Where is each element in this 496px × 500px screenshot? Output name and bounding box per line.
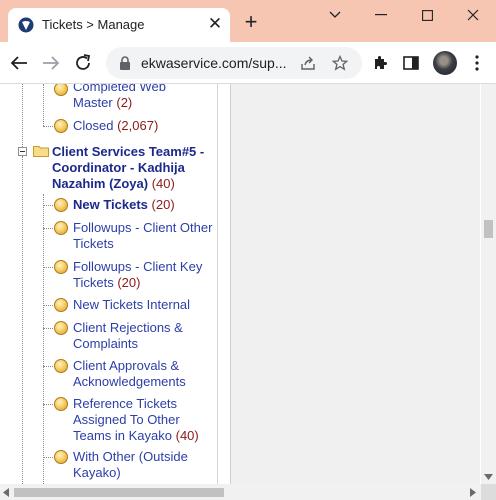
folder-icon	[33, 146, 49, 157]
tree-connector	[43, 366, 53, 367]
lock-icon[interactable]	[117, 55, 133, 71]
tree-item-reference-tickets[interactable]: Reference Tickets Assigned To Other Team…	[73, 396, 199, 444]
tree-item-followups-client-other[interactable]: Followups - Client Other Tickets	[73, 220, 212, 252]
tree-item-label: Nazahim (Zoya)	[52, 176, 149, 191]
tree-connector	[43, 404, 53, 405]
ticket-content-pane[interactable]	[230, 84, 480, 484]
tree-item-team[interactable]: Client Services Team#5 - Coordinator - K…	[52, 144, 204, 192]
scroll-left-arrow-icon[interactable]	[3, 488, 10, 497]
star-icon[interactable]	[330, 53, 350, 73]
tree-item-with-other[interactable]: With Other (Outside Kayako)	[73, 449, 188, 481]
site-favicon-icon	[18, 17, 34, 33]
tree-item-label: Client Services Team#5 -	[52, 144, 205, 159]
tree-item-label: Followups - Client Key	[73, 259, 203, 274]
forward-icon[interactable]	[40, 52, 62, 74]
tree-item-label: Client Approvals &	[73, 358, 180, 373]
ticket-bullet-icon	[54, 84, 68, 96]
scroll-down-arrow-icon[interactable]	[484, 473, 493, 481]
vertical-scrollbar[interactable]	[481, 84, 496, 484]
tree-item-followups-client-key[interactable]: Followups - Client Key Tickets (20)	[73, 259, 202, 291]
horizontal-scrollbar-thumb[interactable]	[14, 488, 224, 497]
browser-toolbar: ekwaservice.com/sup...	[0, 42, 496, 84]
ticket-bullet-icon	[54, 450, 68, 464]
tree-item-label: Tickets	[73, 275, 114, 290]
menu-kebab-icon[interactable]	[466, 52, 488, 74]
scrollbar-corner	[481, 484, 496, 500]
tree-connector	[22, 84, 23, 151]
tree-item-label: New Tickets Internal	[73, 297, 191, 312]
extensions-icon[interactable]	[369, 52, 391, 74]
tree-connector	[43, 328, 53, 329]
ticket-bullet-icon	[54, 260, 68, 274]
tree-item-label: Client Rejections &	[73, 320, 183, 335]
share-icon[interactable]	[298, 53, 318, 73]
tree-item-label: With Other (Outside	[73, 449, 188, 464]
tree-item-new-tickets-internal[interactable]: New Tickets Internal	[73, 297, 190, 313]
tree-item-label: Acknowledgements	[73, 374, 186, 389]
ticket-count: (2,067)	[117, 118, 159, 133]
tree-item-label: Complaints	[73, 336, 139, 351]
tree-connector	[43, 126, 53, 127]
ticket-count: (20)	[151, 197, 175, 212]
tree-connector	[43, 267, 53, 268]
ticket-bullet-icon	[54, 397, 68, 411]
tree-connector	[43, 84, 44, 126]
minimize-icon[interactable]	[358, 0, 404, 30]
tree-item-label: Tickets	[73, 236, 114, 251]
tree-item-label: Assigned To Other	[73, 412, 180, 427]
url-text[interactable]: ekwaservice.com/sup...	[141, 55, 287, 71]
tab-close-icon[interactable]: ✕	[206, 15, 224, 33]
ticket-bullet-icon	[54, 359, 68, 373]
tree-connector	[43, 457, 53, 458]
tree-item-label: Reference Tickets	[73, 396, 178, 411]
scroll-right-arrow-icon[interactable]	[470, 488, 477, 497]
ticket-count: (20)	[117, 275, 141, 290]
ticket-count: (2)	[116, 95, 133, 110]
address-bar[interactable]: ekwaservice.com/sup...	[106, 47, 362, 79]
browser-tab[interactable]: Tickets > Manage ✕	[8, 8, 230, 42]
tree-item-new-tickets[interactable]: New Tickets (20)	[73, 197, 175, 213]
tree-connector	[43, 205, 53, 206]
new-tab-plus-icon[interactable]: +	[240, 11, 262, 34]
tree-item-label: Completed Web	[73, 84, 166, 94]
maximize-icon[interactable]	[404, 0, 450, 30]
title-bar: Tickets > Manage ✕ +	[0, 0, 496, 42]
tab-search-chevron-icon[interactable]	[312, 0, 358, 30]
horizontal-scrollbar[interactable]	[0, 484, 481, 500]
tree-item-label: Teams in Kayako	[73, 428, 172, 443]
tree-item-closed[interactable]: Closed (2,067)	[73, 118, 158, 134]
tree-item-label: Followups - Client Other	[73, 220, 213, 235]
tree-item-label: Closed	[73, 118, 114, 133]
ticket-bullet-icon	[54, 321, 68, 335]
reload-icon[interactable]	[72, 52, 94, 74]
back-icon[interactable]	[8, 52, 30, 74]
tree-item-label: Coordinator - Kadhija	[52, 160, 185, 175]
tree-connector	[43, 194, 44, 484]
tree-connector	[22, 156, 23, 484]
tree-connector	[43, 305, 53, 306]
ticket-bullet-icon	[54, 298, 68, 312]
page-content: Completed Web Master (2) Closed (2,067) …	[0, 84, 496, 484]
vertical-scrollbar-thumb[interactable]	[484, 220, 493, 238]
ticket-count: (40)	[175, 428, 199, 443]
tab-title: Tickets > Manage	[42, 17, 145, 32]
tree-connector	[43, 228, 53, 229]
close-window-icon[interactable]	[450, 0, 496, 30]
tree-item-client-rejections[interactable]: Client Rejections & Complaints	[73, 320, 183, 352]
tree-item-label: Master	[73, 95, 113, 110]
ticket-bullet-icon	[54, 119, 68, 133]
ticket-bullet-icon	[54, 198, 68, 212]
tree-item-label: New Tickets	[73, 197, 148, 212]
ticket-count: (40)	[151, 176, 175, 191]
tree-item-completed-web-master[interactable]: Completed Web Master (2)	[73, 84, 166, 111]
tree-item-label: Kayako)	[73, 465, 121, 480]
ticket-tree-pane[interactable]: Completed Web Master (2) Closed (2,067) …	[0, 84, 218, 484]
profile-avatar[interactable]	[433, 51, 457, 75]
collapse-toggle-icon[interactable]	[18, 147, 27, 156]
tree-item-client-approvals[interactable]: Client Approvals & Acknowledgements	[73, 358, 186, 390]
ticket-bullet-icon	[54, 221, 68, 235]
pane-gap	[218, 84, 230, 484]
side-panel-icon[interactable]	[400, 52, 422, 74]
